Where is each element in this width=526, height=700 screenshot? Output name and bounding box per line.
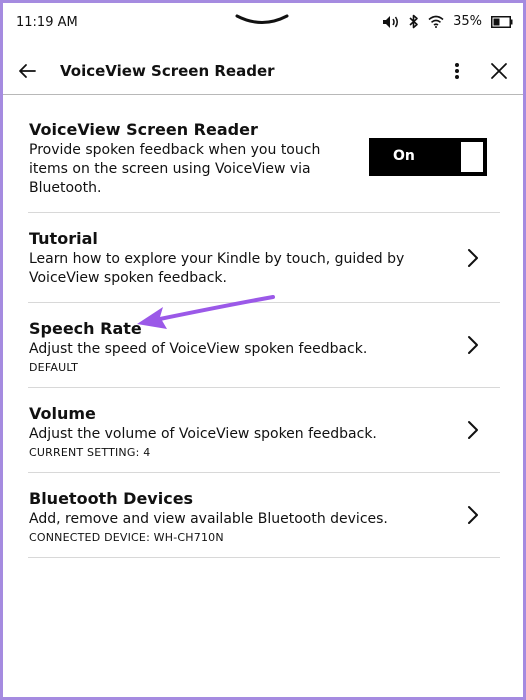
- setting-title: Bluetooth Devices: [29, 489, 194, 508]
- setting-description-line: Adjust the speed of VoiceView spoken fee…: [29, 341, 368, 357]
- more-vertical-icon: [455, 63, 459, 79]
- setting-current-value: CURRENT SETTING: 4: [29, 446, 151, 459]
- toggle-knob: [461, 142, 483, 172]
- page-title: VoiceView Screen Reader: [60, 62, 275, 80]
- back-button[interactable]: [15, 59, 39, 83]
- status-time: 11:19 AM: [16, 15, 78, 30]
- pull-down-handle-icon[interactable]: [234, 13, 290, 25]
- setting-description-line: Provide spoken feedback when you touch: [29, 142, 321, 158]
- more-options-button[interactable]: [445, 59, 469, 83]
- setting-description-line: Adjust the volume of VoiceView spoken fe…: [29, 426, 377, 442]
- chevron-right-icon: [468, 421, 478, 439]
- setting-current-value: CONNECTED DEVICE: WH-CH710N: [29, 531, 224, 544]
- setting-title: Volume: [29, 404, 96, 423]
- setting-description-line: Learn how to explore your Kindle by touc…: [29, 251, 405, 267]
- setting-description-line: items on the screen using VoiceView via: [29, 161, 311, 177]
- close-icon: [491, 63, 507, 79]
- title-bar: VoiceView Screen Reader: [3, 47, 523, 95]
- setting-title: Tutorial: [29, 229, 98, 248]
- status-bar: 11:19 AM 35%: [3, 3, 523, 43]
- chevron-right-icon: [468, 336, 478, 354]
- annotation-arrow-icon: [137, 295, 275, 329]
- setting-title: Speech Rate: [29, 319, 142, 338]
- setting-row-tutorial[interactable]: Tutorial Learn how to explore your Kindl…: [28, 213, 500, 303]
- setting-description-line: Add, remove and view available Bluetooth…: [29, 511, 388, 527]
- setting-description-line: Bluetooth.: [29, 180, 102, 196]
- setting-row-voiceview: VoiceView Screen Reader Provide spoken f…: [28, 95, 500, 213]
- wifi-icon: [428, 15, 444, 28]
- kindle-screen: 11:19 AM 35% VoiceView Screen Reader Voi…: [3, 3, 523, 697]
- close-button[interactable]: [487, 59, 511, 83]
- toggle-label: On: [393, 148, 415, 164]
- setting-current-value: DEFAULT: [29, 361, 79, 374]
- chevron-right-icon: [468, 249, 478, 267]
- setting-description-line: VoiceView spoken feedback.: [29, 270, 227, 286]
- voiceview-speaker-icon: [383, 15, 399, 28]
- chevron-right-icon: [468, 506, 478, 524]
- voiceview-toggle[interactable]: On: [369, 138, 487, 176]
- battery-icon: [491, 15, 513, 28]
- back-arrow-icon: [19, 64, 36, 78]
- bluetooth-icon: [409, 14, 418, 29]
- battery-percent: 35%: [453, 14, 482, 29]
- setting-title: VoiceView Screen Reader: [29, 120, 258, 139]
- status-icons: 35%: [382, 14, 513, 29]
- setting-row-volume[interactable]: Volume Adjust the volume of VoiceView sp…: [28, 388, 500, 473]
- setting-row-bluetooth-devices[interactable]: Bluetooth Devices Add, remove and view a…: [28, 473, 500, 558]
